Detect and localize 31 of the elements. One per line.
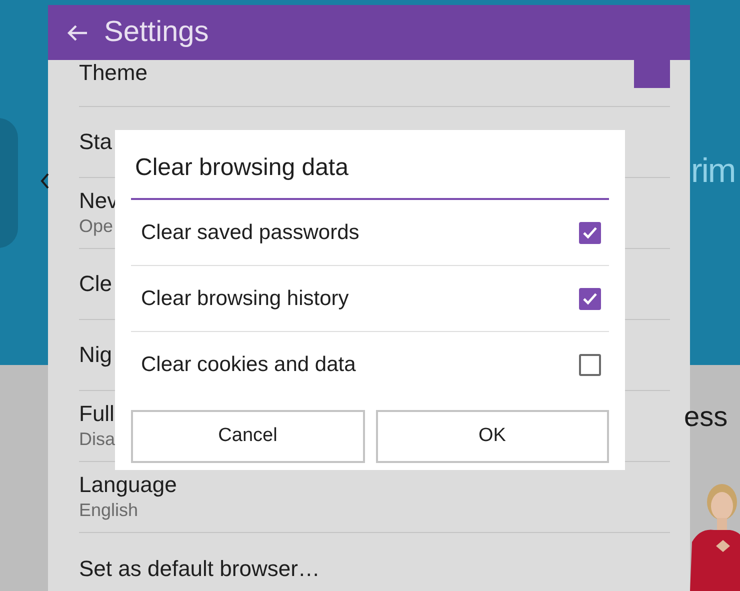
dialog-title: Clear browsing data (135, 153, 348, 183)
settings-item-title: Full (79, 401, 116, 427)
checkbox[interactable] (579, 288, 601, 310)
settings-item[interactable]: Theme (79, 60, 670, 107)
settings-item-title: Language (79, 472, 177, 498)
page-heading: rim (691, 151, 736, 192)
checkbox[interactable] (579, 222, 601, 244)
chevron-left-icon[interactable] (40, 172, 50, 190)
checkbox-option[interactable]: Clear saved passwords (131, 200, 609, 266)
dialog-button[interactable]: OK (376, 410, 609, 463)
settings-item-title: Theme (79, 60, 148, 86)
dialog-button[interactable]: Cancel (131, 410, 364, 463)
checkbox[interactable] (579, 354, 601, 376)
back-arrow-icon[interactable] (66, 24, 88, 42)
option-label: Clear cookies and data (141, 352, 356, 378)
option-label: Clear browsing history (141, 286, 349, 312)
settings-item-subtitle: Ope (79, 215, 114, 238)
settings-item-subtitle: Disa (79, 428, 116, 451)
settings-item-title: Sta (79, 129, 112, 155)
settings-item[interactable]: Set as default browser… (79, 533, 670, 591)
settings-item-title: Nig (79, 342, 112, 368)
option-label: Clear saved passwords (141, 220, 360, 246)
checkbox-option[interactable]: Clear browsing history (131, 266, 609, 332)
settings-item-subtitle: English (79, 499, 140, 522)
check-icon (582, 292, 598, 306)
checkbox-option[interactable]: Clear cookies and data (131, 332, 609, 398)
app-bar-title: Settings (104, 14, 209, 50)
settings-item-title: Set as default browser… (79, 556, 320, 582)
check-icon (582, 226, 598, 240)
page-text: ess (684, 401, 729, 433)
settings-item-title: Cle (79, 271, 112, 297)
